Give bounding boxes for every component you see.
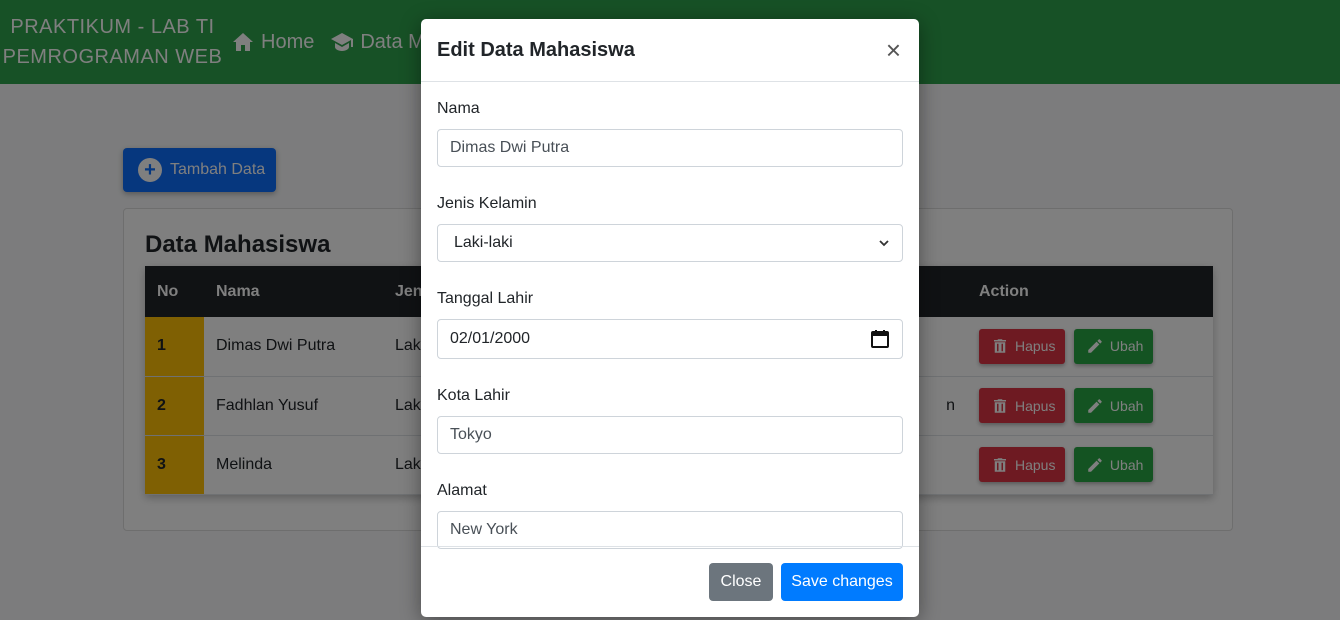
tanggal-lahir-label: Tanggal Lahir (437, 290, 534, 307)
tanggal-lahir-input[interactable]: 02/01/2000 (437, 319, 903, 359)
nama-input[interactable]: Dimas Dwi Putra (437, 129, 903, 167)
tanggal-lahir-value: 02/01/2000 (450, 330, 531, 347)
kota-lahir-input[interactable]: Tokyo (437, 416, 903, 454)
modal-footer: Close Save changes (421, 546, 919, 617)
modal-title: Edit Data Mahasiswa (437, 38, 635, 61)
chevron-down-icon (878, 237, 890, 249)
kota-lahir-label: Kota Lahir (437, 387, 510, 404)
calendar-icon[interactable] (870, 329, 890, 349)
kota-lahir-value: Tokyo (450, 426, 492, 443)
close-icon[interactable]: × (886, 37, 901, 63)
close-button[interactable]: Close (709, 563, 773, 601)
alamat-value: New York (450, 521, 518, 538)
jenis-kelamin-value: Laki-laki (454, 234, 513, 251)
jenis-kelamin-select[interactable]: Laki-laki (437, 224, 903, 262)
modal-body: Nama Dimas Dwi Putra Jenis Kelamin Laki-… (421, 82, 919, 549)
alamat-input[interactable]: New York (437, 511, 903, 549)
nama-label: Nama (437, 100, 480, 117)
jenis-kelamin-label: Jenis Kelamin (437, 195, 537, 212)
nama-value: Dimas Dwi Putra (450, 139, 570, 156)
edit-modal: Edit Data Mahasiswa × Nama Dimas Dwi Put… (421, 19, 919, 617)
alamat-label: Alamat (437, 482, 487, 499)
modal-header: Edit Data Mahasiswa × (421, 19, 919, 82)
save-changes-button[interactable]: Save changes (781, 563, 903, 601)
